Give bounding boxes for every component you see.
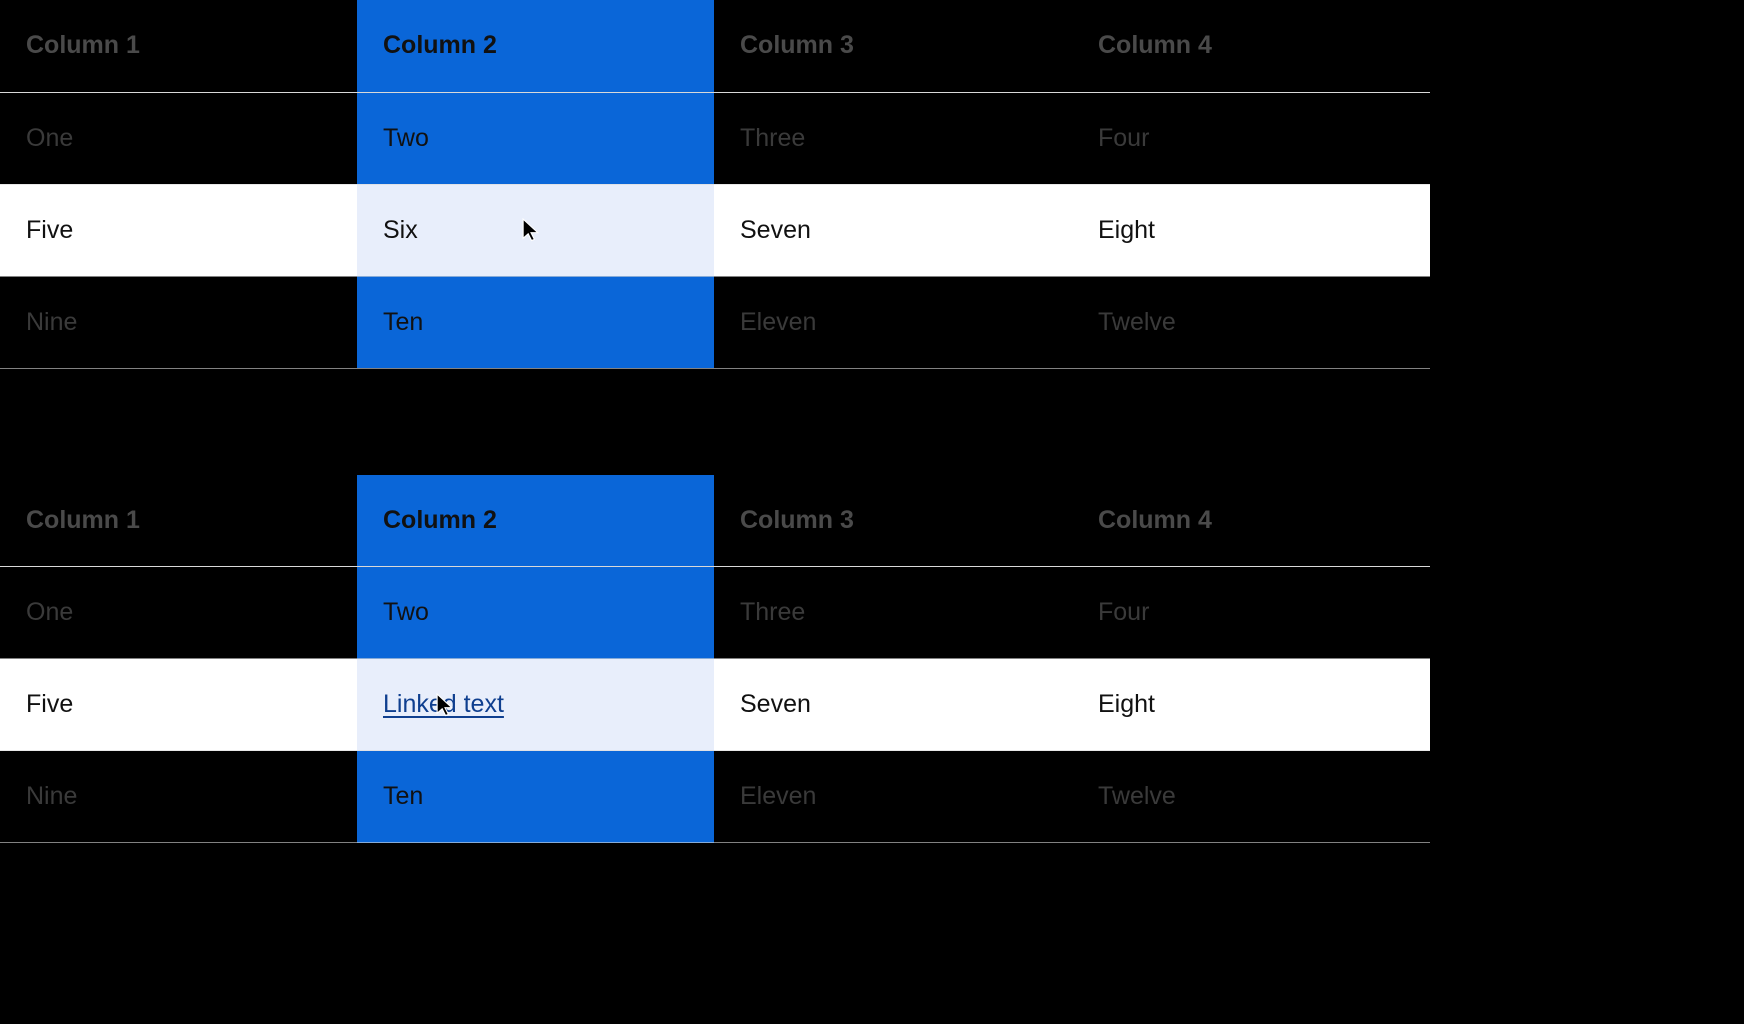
- cell: One: [0, 567, 357, 659]
- cell: One: [0, 92, 357, 184]
- cell: Ten: [357, 276, 714, 368]
- cell: Eight: [1072, 184, 1430, 276]
- table-row[interactable]: Five Six Seven Eight: [0, 184, 1430, 276]
- cell: Four: [1072, 567, 1430, 659]
- table-row[interactable]: One Two Three Four: [0, 567, 1430, 659]
- table-row[interactable]: Nine Ten Eleven Twelve: [0, 751, 1430, 843]
- cell: Ten: [357, 751, 714, 843]
- table-example-plain: Column 1 Column 2 Column 3 Column 4 One …: [0, 0, 1744, 369]
- col-header-4[interactable]: Column 4: [1072, 0, 1430, 92]
- cell: Nine: [0, 276, 357, 368]
- cell: Seven: [714, 659, 1072, 751]
- col-header-1[interactable]: Column 1: [0, 0, 357, 92]
- data-table: Column 1 Column 2 Column 3 Column 4 One …: [0, 0, 1430, 369]
- cell: Three: [714, 567, 1072, 659]
- cell: Two: [357, 567, 714, 659]
- table-row[interactable]: Five Linked text Seven Eight: [0, 659, 1430, 751]
- table-header-row: Column 1 Column 2 Column 3 Column 4: [0, 475, 1430, 567]
- table-row[interactable]: Nine Ten Eleven Twelve: [0, 276, 1430, 368]
- col-header-1[interactable]: Column 1: [0, 475, 357, 567]
- col-header-3[interactable]: Column 3: [714, 475, 1072, 567]
- cell: Six: [357, 184, 714, 276]
- cell: Nine: [0, 751, 357, 843]
- col-header-4[interactable]: Column 4: [1072, 475, 1430, 567]
- cell: Eleven: [714, 276, 1072, 368]
- table-row[interactable]: One Two Three Four: [0, 92, 1430, 184]
- cell: Three: [714, 92, 1072, 184]
- col-header-3[interactable]: Column 3: [714, 0, 1072, 92]
- cell: Two: [357, 92, 714, 184]
- col-header-2[interactable]: Column 2: [357, 0, 714, 92]
- table-header-row: Column 1 Column 2 Column 3 Column 4: [0, 0, 1430, 92]
- cell: Linked text: [357, 659, 714, 751]
- table-example-link: Column 1 Column 2 Column 3 Column 4 One …: [0, 475, 1744, 844]
- cell: Eleven: [714, 751, 1072, 843]
- cell-link[interactable]: Linked text: [383, 690, 504, 718]
- cell: Twelve: [1072, 276, 1430, 368]
- cell: Five: [0, 659, 357, 751]
- cell: Five: [0, 184, 357, 276]
- data-table: Column 1 Column 2 Column 3 Column 4 One …: [0, 475, 1430, 844]
- cell: Twelve: [1072, 751, 1430, 843]
- col-header-2[interactable]: Column 2: [357, 475, 714, 567]
- cell: Seven: [714, 184, 1072, 276]
- cell: Eight: [1072, 659, 1430, 751]
- cell: Four: [1072, 92, 1430, 184]
